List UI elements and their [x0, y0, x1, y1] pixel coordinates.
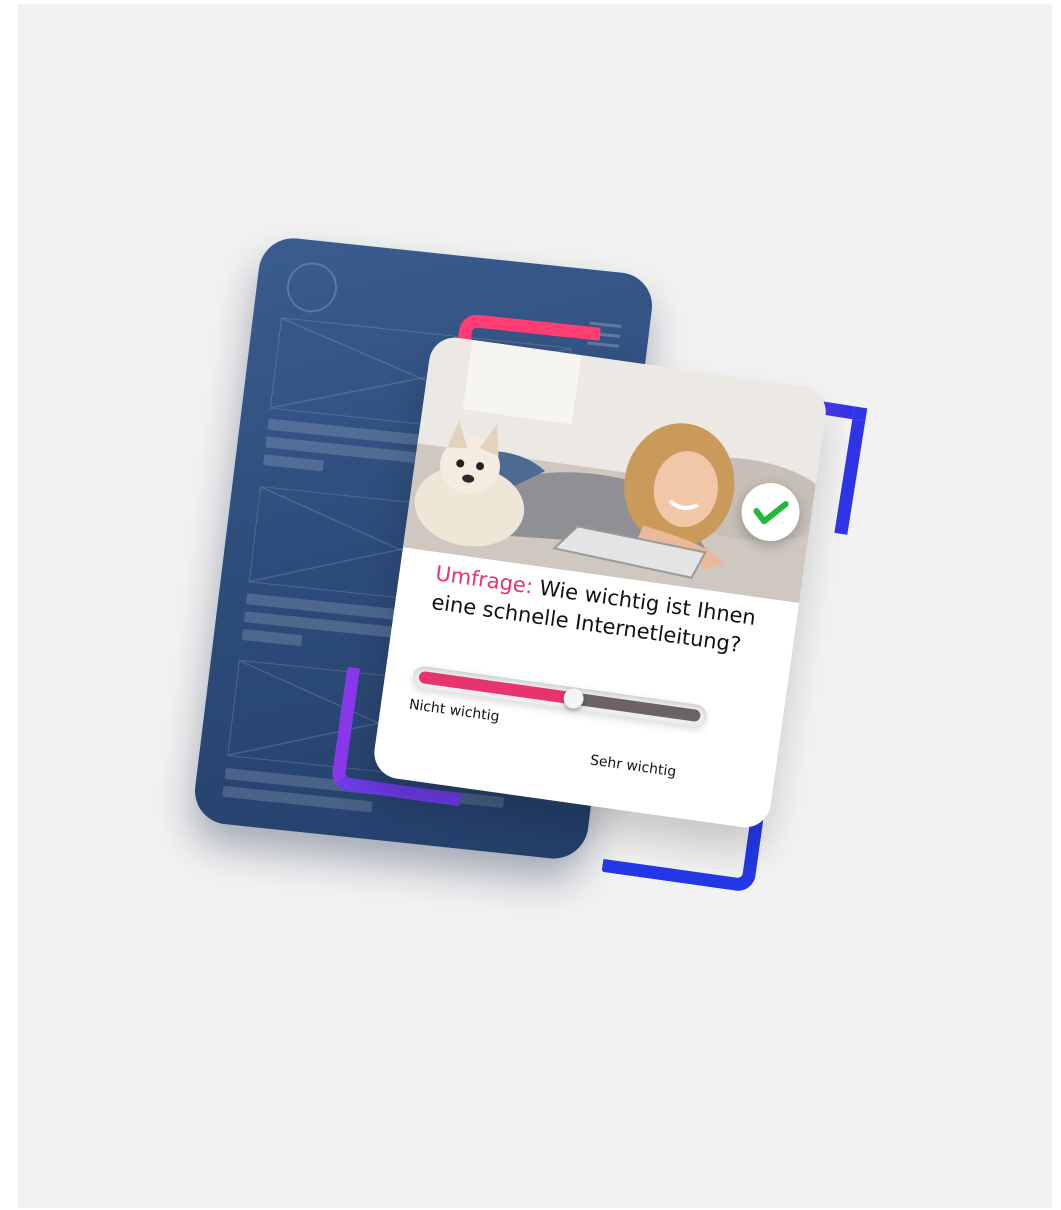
- slider-label-min: Nicht wichtig: [408, 696, 501, 726]
- text-placeholder: [241, 628, 303, 647]
- slider-fill: [418, 670, 575, 705]
- phone-mockup-anchor: [191, 235, 656, 862]
- slider-label-max: Sehr wichtig: [589, 752, 678, 781]
- text-placeholder: [262, 454, 324, 472]
- survey-card: Umfrage: Wie wichtig ist Ihnen eine schn…: [370, 334, 830, 831]
- slider-thumb[interactable]: [562, 687, 586, 710]
- illustration-stage: Umfrage: Wie wichtig ist Ihnen eine schn…: [0, 0, 1061, 1210]
- avatar-placeholder-icon: [284, 259, 340, 315]
